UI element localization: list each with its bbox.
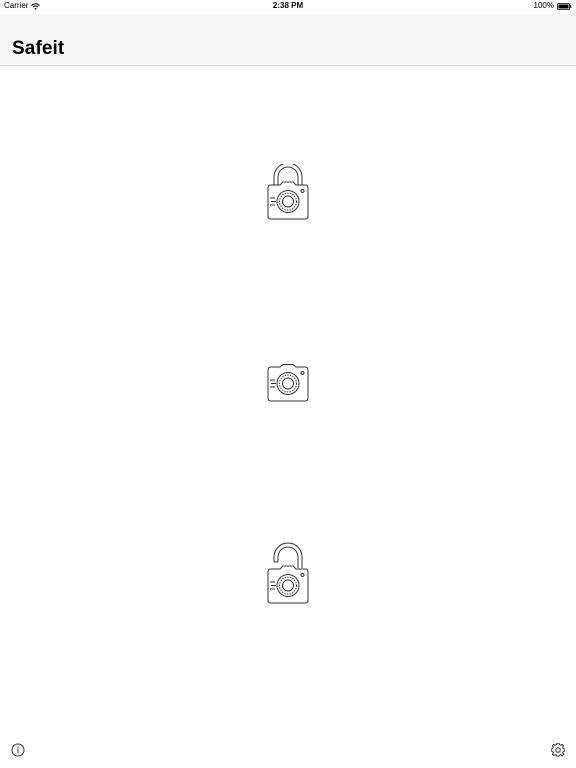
camera-icon (267, 364, 309, 402)
info-button[interactable] (9, 741, 27, 759)
unlock-button[interactable] (260, 540, 316, 604)
info-icon (11, 743, 25, 757)
status-time: 2:38 PM (272, 1, 304, 10)
camera-button[interactable] (260, 360, 316, 402)
battery-group: 100% (534, 0, 572, 12)
gear-icon (551, 743, 565, 757)
navigation-bar: Safeit (0, 14, 576, 66)
battery-icon (557, 2, 572, 10)
padlock-camera-locked-icon (267, 164, 309, 220)
page-title: Safeit (12, 38, 65, 59)
app-screen: Carrier 2:38 PM 100% Safeit (0, 0, 576, 768)
status-bar: Carrier 2:38 PM 100% (0, 0, 576, 14)
lock-button[interactable] (260, 162, 316, 220)
settings-button[interactable] (549, 741, 567, 759)
battery-percent: 100% (533, 1, 554, 10)
padlock-camera-unlocked-icon (267, 542, 309, 604)
